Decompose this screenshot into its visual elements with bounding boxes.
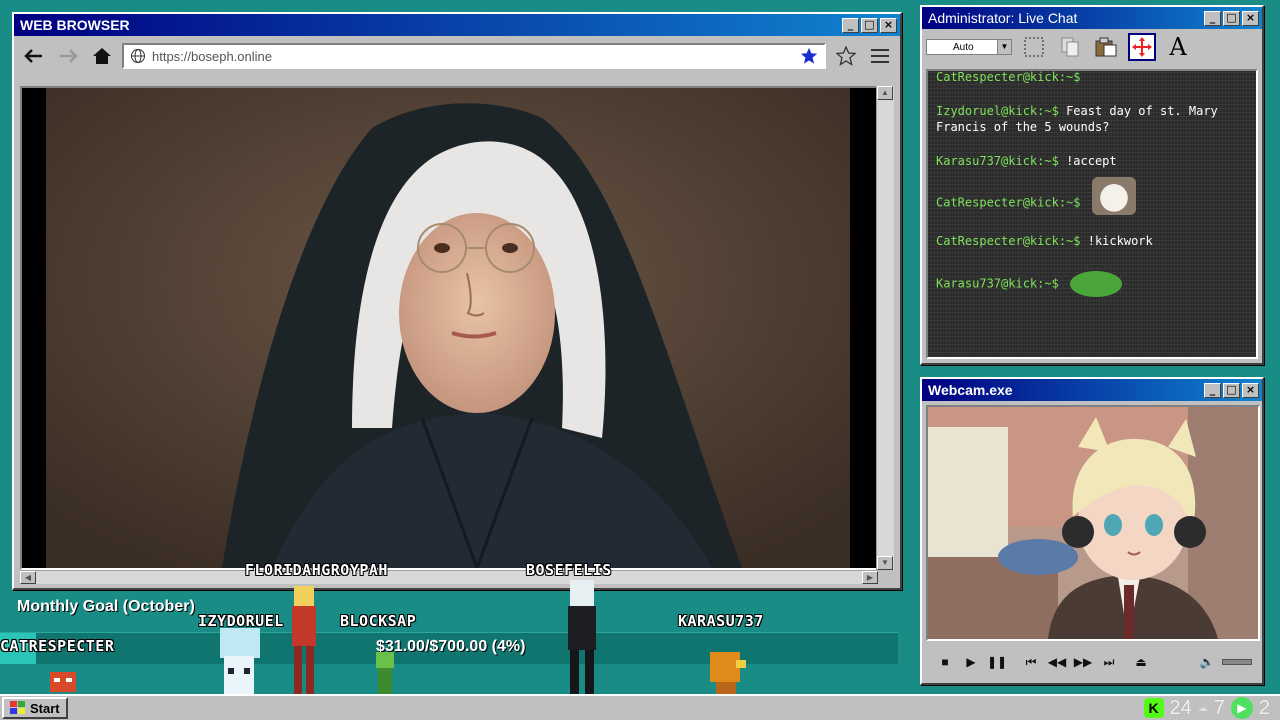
chat-username: Karasu737@kick:~$ — [936, 276, 1059, 291]
horizontal-scrollbar[interactable]: ◀ ▶ — [20, 570, 878, 584]
scroll-down-arrow[interactable]: ▼ — [877, 556, 893, 570]
chat-text: !kickwork — [1087, 234, 1153, 248]
scroll-right-arrow[interactable]: ▶ — [862, 571, 878, 584]
sprite-bosefelis — [568, 580, 596, 694]
favorites-star-icon[interactable] — [832, 42, 860, 70]
viewer-name-floridahgroypah: FLORIDAHGROYPAH — [245, 561, 388, 579]
chat-username: CatRespecter@kick:~$ — [936, 70, 1081, 84]
live-chat-window: Administrator: Live Chat _ □ × Auto ▼ A — [920, 5, 1264, 365]
viewer-name-catrespecter: CATRESPECTER — [0, 637, 115, 655]
chat-text: !accept — [1066, 154, 1117, 168]
minimize-button[interactable]: _ — [1204, 382, 1221, 398]
page-viewport[interactable] — [20, 86, 878, 570]
font-icon[interactable]: A — [1164, 33, 1192, 61]
system-tray: K 24 ☁ 7 ▶ 2 — [1143, 696, 1279, 720]
kick-logo-icon: K — [1143, 698, 1164, 718]
chat-message: Karasu737@kick:~$ — [936, 271, 1248, 297]
sprite-blocksap — [376, 652, 394, 694]
chat-username: Karasu737@kick:~$ — [936, 154, 1059, 168]
chat-message: CatRespecter@kick:~$ — [936, 177, 1248, 215]
chat-username: CatRespecter@kick:~$ — [936, 234, 1081, 248]
vertical-scrollbar[interactable]: ▲ ▼ — [876, 86, 894, 570]
viewer-name-karasu737: KARASU737 — [678, 612, 764, 630]
chat-message: CatRespecter@kick:~$ !kickwork — [936, 233, 1248, 249]
home-icon[interactable] — [88, 42, 116, 70]
play-circle-icon: ▶ — [1230, 697, 1253, 719]
start-label: Start — [30, 700, 60, 716]
rewind-icon[interactable]: ◀◀ — [1046, 651, 1068, 673]
maximize-button[interactable]: □ — [861, 17, 878, 33]
taskbar: Start K 24 ☁ 7 ▶ 2 — [0, 694, 1280, 720]
goal-title: Monthly Goal (October) — [17, 598, 195, 615]
maximize-button[interactable]: □ — [1223, 10, 1240, 26]
minimize-button[interactable]: _ — [1204, 10, 1221, 26]
chat-toolbar: Auto ▼ A — [922, 29, 1262, 65]
stream-count: 2 — [1258, 696, 1270, 719]
portrait-image — [22, 88, 876, 568]
paste-icon[interactable] — [1092, 33, 1120, 61]
start-button[interactable]: Start — [2, 697, 68, 719]
viewer-count: 24 — [1169, 696, 1192, 719]
fast-forward-icon[interactable]: ▶▶ — [1072, 651, 1094, 673]
globe-icon — [131, 49, 145, 63]
volume-slider[interactable] — [1222, 659, 1252, 665]
browser-toolbar: https://boseph.online — [14, 36, 900, 76]
cat-emote-icon — [1091, 177, 1136, 215]
skip-back-icon[interactable]: ⏮ — [1020, 651, 1042, 673]
frog-emote-icon — [1070, 271, 1123, 297]
bookmark-star-icon[interactable] — [800, 47, 818, 65]
chat-message: Izydoruel@kick:~$ Feast day of st. Mary … — [936, 103, 1248, 135]
scroll-left-arrow[interactable]: ◀ — [20, 571, 36, 584]
minimize-button[interactable]: _ — [842, 17, 859, 33]
chevron-down-icon: ▼ — [997, 40, 1011, 54]
close-button[interactable]: × — [1242, 382, 1259, 398]
pause-icon[interactable]: ❚❚ — [986, 651, 1008, 673]
webcam-view — [926, 405, 1260, 641]
chat-title: Administrator: Live Chat — [928, 10, 1078, 26]
chat-message: CatRespecter@kick:~$ — [936, 70, 1248, 85]
select-marquee-icon[interactable] — [1020, 33, 1048, 61]
url-text: https://boseph.online — [152, 48, 272, 64]
avatar-image — [928, 407, 1258, 639]
play-icon[interactable]: ▶ — [960, 651, 982, 673]
webcam-window: Webcam.exe _ □ × ■ ▶ ❚❚ ⏮ ◀◀ ▶▶ ⏭ ⏏ 🔈 — [920, 377, 1264, 685]
address-bar[interactable]: https://boseph.online — [122, 43, 826, 69]
chat-username: Izydoruel@kick:~$ — [936, 104, 1059, 118]
browser-titlebar[interactable]: WEB BROWSER _ □ × — [14, 14, 900, 36]
browser-title: WEB BROWSER — [20, 17, 130, 33]
chat-log[interactable]: CatRespecter@kick:~$ Izydoruel@kick:~$ F… — [926, 69, 1258, 359]
media-controls: ■ ▶ ❚❚ ⏮ ◀◀ ▶▶ ⏭ ⏏ 🔈 — [926, 645, 1260, 679]
maximize-button[interactable]: □ — [1223, 382, 1240, 398]
stop-icon[interactable]: ■ — [934, 651, 956, 673]
move-icon[interactable] — [1128, 33, 1156, 61]
viewer-name-bosefelis: BOSEFELIS — [526, 561, 612, 579]
copy-icon[interactable] — [1056, 33, 1084, 61]
skip-forward-icon[interactable]: ⏭ — [1098, 651, 1120, 673]
close-button[interactable]: × — [1242, 10, 1259, 26]
zoom-select-value: Auto — [953, 41, 974, 53]
back-icon[interactable] — [20, 42, 48, 70]
chat-titlebar[interactable]: Administrator: Live Chat _ □ × — [922, 7, 1262, 29]
scroll-up-arrow[interactable]: ▲ — [877, 86, 893, 100]
sprite-floridahgroypah — [292, 586, 316, 694]
follower-count: 7 — [1213, 696, 1225, 719]
goal-amount: $31.00/$700.00 (4%) — [376, 638, 526, 655]
forward-icon[interactable] — [54, 42, 82, 70]
menu-icon[interactable] — [866, 42, 894, 70]
webcam-title: Webcam.exe — [928, 382, 1013, 398]
webcam-titlebar[interactable]: Webcam.exe _ □ × — [922, 379, 1262, 401]
close-button[interactable]: × — [880, 17, 897, 33]
windows-logo-icon — [10, 701, 25, 714]
chat-username: CatRespecter@kick:~$ — [936, 195, 1081, 210]
chat-message: Karasu737@kick:~$ !accept — [936, 153, 1248, 169]
sprite-karasu737 — [710, 652, 746, 694]
volume-icon[interactable]: 🔈 — [1196, 651, 1218, 673]
cozy-icon: ☁ — [1197, 702, 1208, 714]
browser-window: WEB BROWSER _ □ × https://boseph.online — [12, 12, 902, 590]
viewer-name-blocksap: BLOCKSAP — [340, 612, 417, 630]
eject-icon[interactable]: ⏏ — [1130, 651, 1152, 673]
sprite-catrespecter — [50, 672, 76, 692]
zoom-select[interactable]: Auto ▼ — [926, 39, 1012, 55]
sprite-izydoruel — [220, 628, 260, 694]
